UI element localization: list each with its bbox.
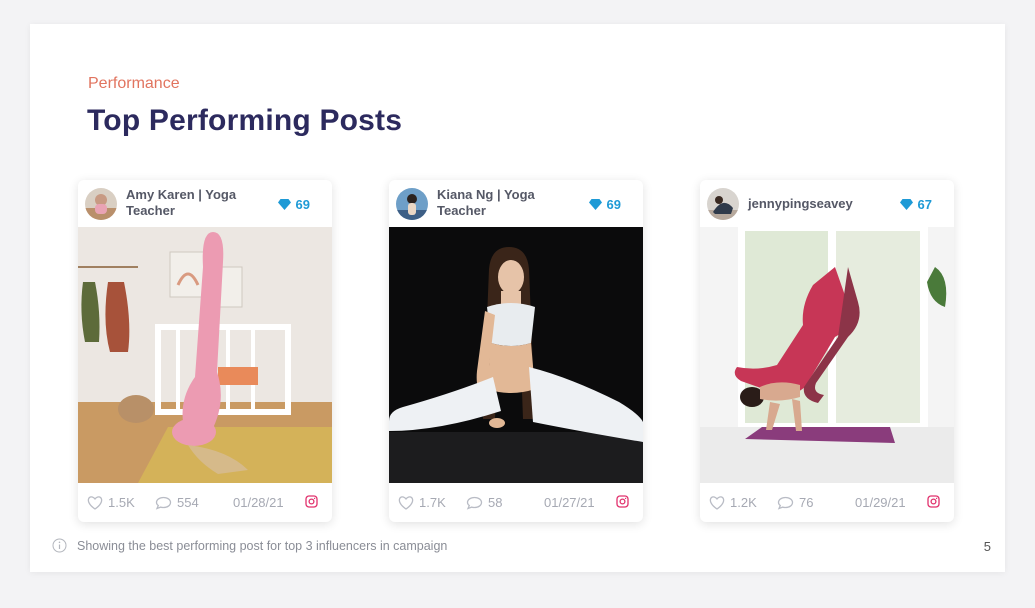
comments-count: 58 [488, 495, 503, 510]
score-badge: 69 [277, 197, 310, 212]
footer-note-text: Showing the best performing post for top… [77, 538, 448, 553]
diamond-icon [588, 199, 602, 210]
likes-count: 1.5K [108, 495, 135, 510]
likes-count: 1.7K [419, 495, 446, 510]
page-title: Top Performing Posts [87, 104, 403, 137]
post-card-header: jennypingseavey 67 [700, 180, 954, 227]
post-stats: 1.7K 58 01/27/21 [389, 483, 643, 522]
post-image[interactable] [78, 227, 332, 483]
post-date: 01/29/21 [855, 495, 906, 510]
likes-stat: 1.5K [87, 495, 135, 510]
score-value: 69 [606, 197, 621, 212]
heart-icon [87, 495, 103, 510]
influencer-name[interactable]: jennypingseavey [748, 196, 883, 212]
score-value: 69 [295, 197, 310, 212]
post-date: 01/28/21 [233, 495, 284, 510]
info-icon [52, 538, 67, 553]
comment-icon [466, 496, 483, 510]
post-card-header: Amy Karen | Yoga Teacher 69 [78, 180, 332, 227]
post-card[interactable]: jennypingseavey 67 1.2K 76 01/29/21 [700, 180, 954, 522]
post-stats: 1.5K 554 01/28/21 [78, 483, 332, 522]
heart-icon [398, 495, 414, 510]
instagram-icon[interactable] [927, 495, 940, 511]
avatar[interactable] [85, 188, 117, 220]
page-number: 5 [983, 539, 991, 554]
comments-stat: 554 [155, 495, 199, 510]
footer-note: Showing the best performing post for top… [52, 538, 447, 553]
likes-stat: 1.7K [398, 495, 446, 510]
post-image[interactable] [389, 227, 643, 483]
comments-stat: 58 [466, 495, 502, 510]
likes-stat: 1.2K [709, 495, 757, 510]
comment-icon [777, 496, 794, 510]
post-stats: 1.2K 76 01/29/21 [700, 483, 954, 522]
score-badge: 69 [588, 197, 621, 212]
post-date: 01/27/21 [544, 495, 595, 510]
comments-count: 76 [799, 495, 814, 510]
comments-count: 554 [177, 495, 199, 510]
influencer-name[interactable]: Amy Karen | Yoga Teacher [126, 187, 261, 219]
diamond-icon [899, 199, 913, 210]
diamond-icon [277, 199, 291, 210]
instagram-icon[interactable] [305, 495, 318, 511]
score-badge: 67 [899, 197, 932, 212]
post-image[interactable] [700, 227, 954, 483]
avatar[interactable] [396, 188, 428, 220]
comment-icon [155, 496, 172, 510]
post-card-header: Kiana Ng | Yoga Teacher 69 [389, 180, 643, 227]
avatar[interactable] [707, 188, 739, 220]
comments-stat: 76 [777, 495, 813, 510]
heart-icon [709, 495, 725, 510]
influencer-name[interactable]: Kiana Ng | Yoga Teacher [437, 187, 572, 219]
report-slide: Performance Top Performing Posts Amy Kar… [30, 24, 1005, 572]
instagram-icon[interactable] [616, 495, 629, 511]
post-card[interactable]: Kiana Ng | Yoga Teacher 69 1.7K 58 01/27… [389, 180, 643, 522]
section-eyebrow: Performance [88, 75, 180, 92]
score-value: 67 [917, 197, 932, 212]
likes-count: 1.2K [730, 495, 757, 510]
post-card[interactable]: Amy Karen | Yoga Teacher 69 1.5K 554 01/… [78, 180, 332, 522]
